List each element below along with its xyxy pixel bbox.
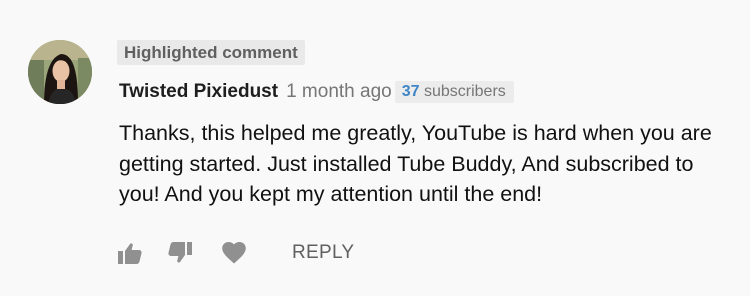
avatar-image (28, 40, 92, 104)
thumbs-down-icon (168, 242, 192, 263)
comment-actions: REPLY (117, 238, 354, 268)
author-name[interactable]: Twisted Pixiedust (119, 81, 278, 103)
avatar[interactable] (28, 40, 92, 104)
dislike-button[interactable] (167, 240, 193, 266)
like-button[interactable] (117, 240, 143, 266)
comment-thread: Highlighted comment Twisted Pixiedust 1 … (0, 0, 750, 296)
thumbs-up-icon (118, 243, 142, 264)
comment-header: Twisted Pixiedust 1 month ago 37 subscri… (119, 80, 514, 104)
subscriber-badge: 37 subscribers (394, 81, 514, 103)
heart-button[interactable] (221, 240, 247, 266)
heart-icon (222, 242, 246, 264)
subscriber-count: 37 (401, 83, 420, 100)
subscriber-label: subscribers (423, 83, 506, 100)
comment-text: Thanks, this helped me greatly, YouTube … (119, 121, 712, 206)
highlighted-comment-badge: Highlighted comment (117, 40, 305, 65)
reply-button[interactable]: REPLY (292, 242, 354, 264)
comment-timestamp[interactable]: 1 month ago (286, 81, 392, 103)
